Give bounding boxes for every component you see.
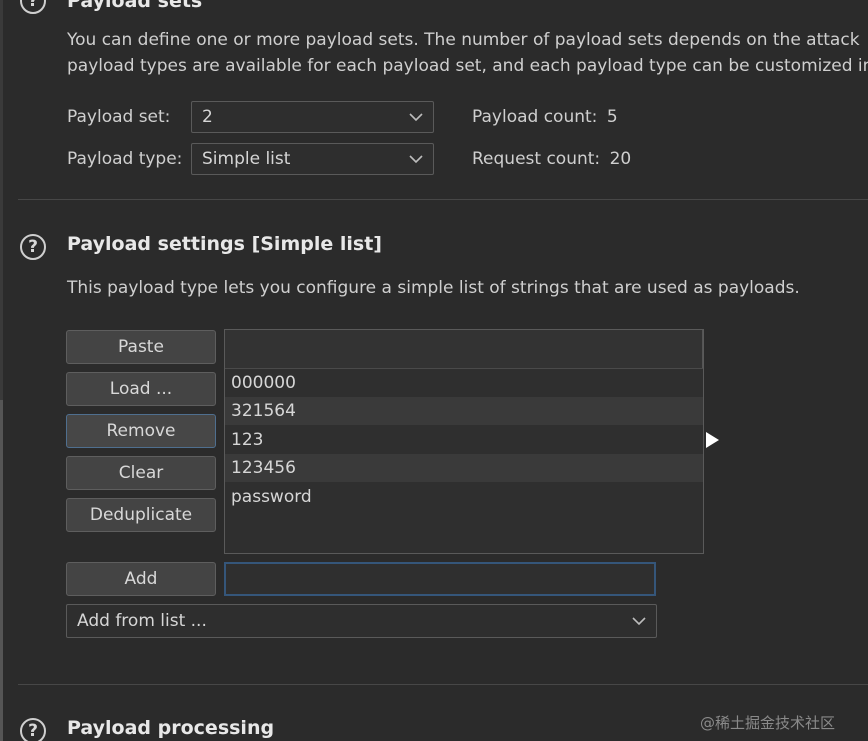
payload-sets-desc-line1: You can define one or more payload sets.… [67, 30, 860, 50]
payload-type-select[interactable]: Simple list [191, 143, 434, 175]
section-divider [18, 684, 868, 685]
list-item[interactable]: 123456 [225, 454, 703, 482]
payload-list-header [225, 330, 703, 369]
payload-type-label: Payload type: [67, 149, 183, 169]
add-from-list-label: Add from list ... [77, 611, 207, 631]
list-item[interactable]: 321564 [225, 397, 703, 425]
help-circle-icon[interactable]: ? [20, 234, 46, 260]
add-from-list-select[interactable]: Add from list ... [66, 604, 657, 638]
help-circle-icon[interactable]: ? [20, 718, 46, 741]
payload-list[interactable]: 000000 321564 123 123456 password [224, 329, 704, 554]
payloads-panel: ? Payload sets You can define one or mor… [0, 0, 868, 741]
load-button[interactable]: Load ... [66, 372, 216, 406]
remove-button[interactable]: Remove [66, 414, 216, 448]
payload-settings-desc: This payload type lets you configure a s… [67, 278, 800, 298]
section-divider [18, 199, 868, 200]
cursor-arrow-icon [706, 432, 719, 448]
chevron-down-icon [632, 617, 646, 626]
payload-sets-title: Payload sets [67, 0, 203, 12]
scrollbar-thumb[interactable] [0, 400, 3, 741]
list-item[interactable]: 123 [225, 426, 703, 454]
payload-set-label: Payload set: [67, 107, 171, 127]
payload-sets-desc-line2: payload types are available for each pay… [67, 56, 868, 76]
payload-settings-title: Payload settings [Simple list] [67, 233, 382, 255]
payload-type-value: Simple list [202, 149, 291, 169]
help-circle-icon[interactable]: ? [20, 0, 46, 14]
payload-processing-title: Payload processing [67, 717, 275, 739]
request-count-caption: Request count: [472, 149, 601, 169]
deduplicate-button[interactable]: Deduplicate [66, 498, 216, 532]
payload-set-value: 2 [202, 107, 213, 127]
payload-count-caption: Payload count: [472, 107, 598, 127]
add-payload-input[interactable] [224, 562, 656, 596]
left-scrollbar[interactable] [0, 0, 3, 741]
add-button[interactable]: Add [66, 562, 216, 596]
payload-set-select[interactable]: 2 [191, 101, 434, 133]
chevron-down-icon [409, 155, 423, 164]
paste-button[interactable]: Paste [66, 330, 216, 364]
chevron-down-icon [409, 113, 423, 122]
clear-button[interactable]: Clear [66, 456, 216, 490]
list-item[interactable]: password [225, 483, 703, 511]
payload-count-value: 5 [606, 107, 618, 127]
list-item[interactable]: 000000 [225, 369, 703, 397]
watermark-text: @稀土掘金技术社区 [700, 714, 836, 732]
header-separator [702, 330, 703, 368]
request-count-value: 20 [609, 149, 632, 169]
request-count-label: Request count: 20 [472, 149, 631, 169]
payload-count-label: Payload count: 5 [472, 107, 618, 127]
